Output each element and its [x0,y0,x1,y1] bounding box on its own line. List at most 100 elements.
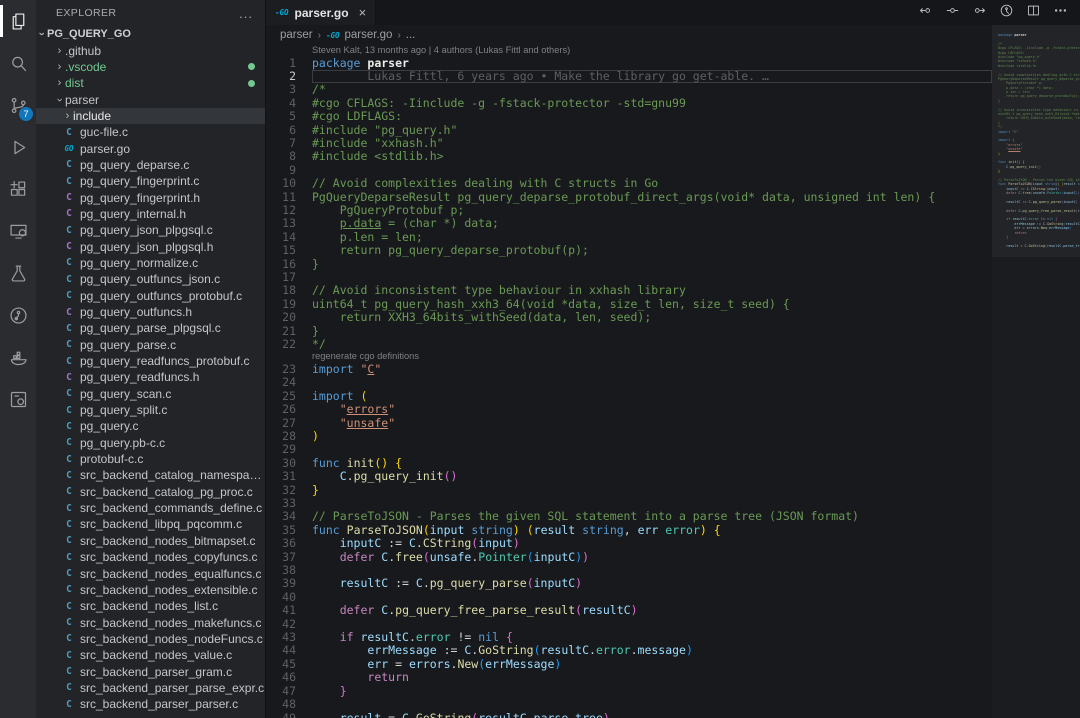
tree-file-pg_query_outfuncs.h[interactable]: Cpg_query_outfuncs.h [36,304,265,320]
codelens[interactable]: regenerate cgo definitions [312,351,992,363]
tree-file-src_backend_libpq_pqcomm.c[interactable]: Csrc_backend_libpq_pqcomm.c [36,516,265,532]
code-line-20[interactable]: 20 return XXH3_64bits_withSeed(data, len… [266,311,992,324]
tree-folder-dist[interactable]: ›dist [36,75,265,91]
tree-file-pg_query_readfuncs_protobuf.c[interactable]: Cpg_query_readfuncs_protobuf.c [36,353,265,369]
code-line-32[interactable]: 32} [266,484,992,497]
tree-file-pg_query_outfuncs_json.c[interactable]: Cpg_query_outfuncs_json.c [36,271,265,287]
code-line-28[interactable]: 28) [266,430,992,443]
code-line-24[interactable]: 24 [266,376,992,389]
code-line-6[interactable]: 6#include "pg_query.h" [266,124,992,137]
tree-file-src_backend_nodes_makefuncs.c[interactable]: Csrc_backend_nodes_makefuncs.c [36,614,265,630]
code-line-41[interactable]: 41 defer C.pg_query_free_parse_result(re… [266,604,992,617]
next-change-icon[interactable] [972,3,987,23]
tree-file-src_backend_nodes_value.c[interactable]: Csrc_backend_nodes_value.c [36,647,265,663]
tree-file-pg_query_readfuncs.h[interactable]: Cpg_query_readfuncs.h [36,369,265,385]
code-line-39[interactable]: 39 resultC := C.pg_query_parse(inputC) [266,577,992,590]
tab-parser-go[interactable]: GO parser.go × [266,0,376,25]
codelens[interactable]: Steven Kalt, 13 months ago | 4 authors (… [312,45,992,57]
tree-folder-.vscode[interactable]: ›.vscode [36,59,265,75]
code-line-2[interactable]: 2 Lukas Fittl, 6 years ago • Make the li… [266,70,992,83]
tree-file-pg_query_outfuncs_protobuf.c[interactable]: Cpg_query_outfuncs_protobuf.c [36,288,265,304]
code-line-30[interactable]: 30func init() { [266,457,992,470]
code-line-14[interactable]: 14 p.len = len; [266,231,992,244]
open-changes-icon[interactable] [945,3,960,23]
code-line-3[interactable]: 3/* [266,83,992,96]
code-line-11[interactable]: 11PgQueryDeparseResult pg_query_deparse_… [266,191,992,204]
tree-file-pg_query_parse.c[interactable]: Cpg_query_parse.c [36,337,265,353]
remote-explorer-icon[interactable] [0,210,36,252]
tree-file-pg_query_fingerprint.c[interactable]: Cpg_query_fingerprint.c [36,173,265,189]
code-line-8[interactable]: 8#include <stdlib.h> [266,150,992,163]
explorer-icon[interactable] [0,0,36,42]
breadcrumb-folder[interactable]: parser [280,29,313,41]
code-line-21[interactable]: 21} [266,325,992,338]
tree-file-src_backend_catalog_namespace.c[interactable]: Csrc_backend_catalog_namespace.c [36,467,265,483]
tree-file-pg_query_json_plpgsql.c[interactable]: Cpg_query_json_plpgsql.c [36,222,265,238]
code-line-37[interactable]: 37 defer C.free(unsafe.Pointer(inputC)) [266,551,992,564]
tree-file-pg_query_normalize.c[interactable]: Cpg_query_normalize.c [36,255,265,271]
minimap[interactable]: package parser/*#cgo CFLAGS: -Iinclude -… [992,25,1080,718]
code-line-10[interactable]: 10// Avoid complexities dealing with C s… [266,177,992,190]
tree-root-folder[interactable]: › PG_QUERY_GO [36,26,265,42]
tree-file-pg_query_internal.h[interactable]: Cpg_query_internal.h [36,206,265,222]
code-line-5[interactable]: 5#cgo LDFLAGS: [266,110,992,123]
tree-file-src_backend_nodes_extensible.c[interactable]: Csrc_backend_nodes_extensible.c [36,582,265,598]
code-line-13[interactable]: 13 p.data = (char *) data; [266,217,992,230]
code-line-19[interactable]: 19uint64_t pg_query_hash_xxh3_64(void *d… [266,298,992,311]
code-line-12[interactable]: 12 PgQueryProtobuf p; [266,204,992,217]
gitlens-icon[interactable] [0,294,36,336]
code-line-48[interactable]: 48 [266,698,992,711]
code-line-42[interactable]: 42 [266,618,992,631]
breadcrumb-file[interactable]: parser.go [345,29,393,41]
code-line-33[interactable]: 33 [266,497,992,510]
code-line-15[interactable]: 15 return pg_query_deparse_protobuf(p); [266,244,992,257]
code-line-44[interactable]: 44 errMessage := C.GoString(resultC.erro… [266,644,992,657]
code-line-16[interactable]: 16} [266,258,992,271]
code-line-23[interactable]: 23import "C" [266,363,992,376]
tree-file-pg_query.pb-c.c[interactable]: Cpg_query.pb-c.c [36,435,265,451]
breadcrumb-symbol[interactable]: ... [406,29,416,41]
tree-file-pg_query_fingerprint.h[interactable]: Cpg_query_fingerprint.h [36,189,265,205]
code-line-18[interactable]: 18// Avoid inconsistent type behaviour i… [266,284,992,297]
code-line-38[interactable]: 38 [266,564,992,577]
extensions-icon[interactable] [0,168,36,210]
commit-graph-icon[interactable] [999,3,1014,23]
tree-file-pg_query_split.c[interactable]: Cpg_query_split.c [36,402,265,418]
code-line-47[interactable]: 47 } [266,685,992,698]
tree-folder-include[interactable]: ›include [36,108,265,124]
code-line-7[interactable]: 7#include "xxhash.h" [266,137,992,150]
tree-file-guc-file.c[interactable]: Cguc-file.c [36,124,265,140]
code-line-35[interactable]: 35func ParseToJSON(input string) (result… [266,524,992,537]
code-line-49[interactable]: 49 result = C.GoString(resultC.parse_tre… [266,712,992,718]
tree-file-parser.go[interactable]: GOparser.go [36,140,265,156]
code-line-43[interactable]: 43 if resultC.error != nil { [266,631,992,644]
code-line-40[interactable]: 40 [266,591,992,604]
tree-file-src_backend_parser_gram.c[interactable]: Csrc_backend_parser_gram.c [36,663,265,679]
tree-file-pg_query_json_plpgsql.h[interactable]: Cpg_query_json_plpgsql.h [36,238,265,254]
split-editor-icon[interactable] [1026,3,1041,23]
dev-containers-icon[interactable] [0,378,36,420]
code-line-31[interactable]: 31 C.pg_query_init() [266,470,992,483]
code-line-25[interactable]: 25import ( [266,390,992,403]
tree-file-src_backend_nodes_copyfuncs.c[interactable]: Csrc_backend_nodes_copyfuncs.c [36,549,265,565]
code-line-29[interactable]: 29 [266,443,992,456]
run-debug-icon[interactable] [0,126,36,168]
search-icon[interactable] [0,42,36,84]
tree-file-src_backend_commands_define.c[interactable]: Csrc_backend_commands_define.c [36,500,265,516]
tree-file-pg_query_parse_plpgsql.c[interactable]: Cpg_query_parse_plpgsql.c [36,320,265,336]
tree-file-pg_query_deparse.c[interactable]: Cpg_query_deparse.c [36,157,265,173]
code-line-17[interactable]: 17 [266,271,992,284]
tree-file-src_backend_catalog_pg_proc.c[interactable]: Csrc_backend_catalog_pg_proc.c [36,484,265,500]
code-line-27[interactable]: 27 "unsafe" [266,417,992,430]
explorer-more-actions-icon[interactable]: ... [239,6,253,21]
tree-file-pg_query_scan.c[interactable]: Cpg_query_scan.c [36,386,265,402]
tree-file-src_backend_nodes_equalfuncs.c[interactable]: Csrc_backend_nodes_equalfuncs.c [36,565,265,581]
tree-file-protobuf-c.c[interactable]: Cprotobuf-c.c [36,451,265,467]
close-icon[interactable]: × [359,5,367,20]
tree-file-src_backend_parser_parser.c[interactable]: Csrc_backend_parser_parser.c [36,696,265,712]
testing-icon[interactable] [0,252,36,294]
code-line-9[interactable]: 9 [266,164,992,177]
tree-file-src_backend_nodes_bitmapset.c[interactable]: Csrc_backend_nodes_bitmapset.c [36,533,265,549]
source-control-icon[interactable]: 7 [0,84,36,126]
tree-file-pg_query.c[interactable]: Cpg_query.c [36,418,265,434]
